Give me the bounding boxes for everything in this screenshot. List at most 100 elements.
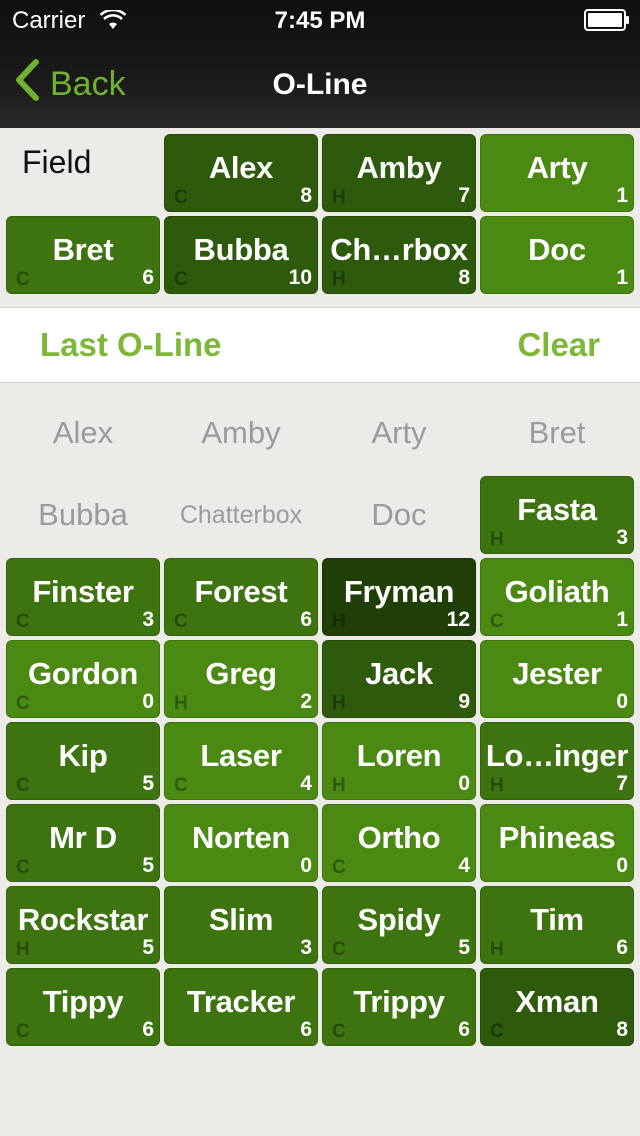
player-tile[interactable]: Jack 9 H	[322, 640, 476, 718]
player-tile[interactable]: Tim 6 H	[480, 886, 634, 964]
player-tile[interactable]: Amby 7 H	[322, 134, 476, 212]
player-tile[interactable]: Bret 6 C	[6, 216, 160, 294]
position-badge: C	[490, 611, 504, 632]
point-count: 7	[616, 772, 628, 795]
player-tile[interactable]: Fryman 12 H	[322, 558, 476, 636]
empty-slot-name[interactable]: Arty	[322, 394, 476, 472]
point-count: 3	[300, 936, 312, 959]
player-tile[interactable]: Ortho 4 C	[322, 804, 476, 882]
player-tile[interactable]: Arty 1	[480, 134, 634, 212]
player-tile[interactable]: Tracker 6	[164, 968, 318, 1046]
position-badge: H	[490, 529, 504, 550]
player-tile[interactable]: Kip 5 C	[6, 722, 160, 800]
position-badge: C	[490, 1021, 504, 1042]
player-name: Jester	[512, 656, 602, 691]
clear-button[interactable]: Clear	[517, 326, 600, 364]
point-count: 8	[300, 184, 312, 207]
battery-icon	[584, 9, 630, 31]
player-name: Gordon	[27, 656, 139, 691]
player-tile[interactable]: Ch…rbox 8 H	[322, 216, 476, 294]
position-badge: C	[16, 611, 30, 632]
player-name: Doc	[528, 232, 586, 267]
player-tile[interactable]: Forest 6 C	[164, 558, 318, 636]
point-count: 5	[142, 854, 154, 877]
position-badge: C	[332, 1021, 346, 1042]
player-tile[interactable]: Trippy 6 C	[322, 968, 476, 1046]
player-name: Alex	[208, 150, 274, 185]
position-badge: H	[332, 775, 346, 796]
position-badge: C	[16, 775, 30, 796]
player-tile[interactable]: Goliath 1 C	[480, 558, 634, 636]
player-tile[interactable]: Spidy 5 C	[322, 886, 476, 964]
position-badge: H	[16, 939, 30, 960]
player-tile[interactable]: Lo…inger 7 H	[480, 722, 634, 800]
player-tile[interactable]: Jester 0	[480, 640, 634, 718]
position-badge: C	[332, 939, 346, 960]
player-name: Norten	[191, 820, 291, 855]
point-count: 6	[458, 1018, 470, 1041]
player-tile[interactable]: Slim 3	[164, 886, 318, 964]
player-name: Amby	[356, 150, 442, 185]
player-name: Bubba	[193, 232, 289, 267]
empty-slot-name[interactable]: Bubba	[6, 476, 160, 554]
empty-slot-name[interactable]: Alex	[6, 394, 160, 472]
player-tile[interactable]: Greg 2 H	[164, 640, 318, 718]
point-count: 8	[458, 266, 470, 289]
point-count: 5	[142, 936, 154, 959]
player-name: Tippy	[42, 984, 124, 1019]
point-count: 0	[142, 690, 154, 713]
point-count: 1	[616, 184, 628, 207]
status-time: 7:45 PM	[274, 7, 366, 34]
position-badge: C	[16, 1021, 30, 1042]
point-count: 0	[458, 772, 470, 795]
point-count: 6	[142, 266, 154, 289]
player-tile[interactable]: Rockstar 5 H	[6, 886, 160, 964]
position-badge: C	[174, 611, 188, 632]
player-name: Slim	[208, 902, 274, 937]
player-tile[interactable]: Gordon 0 C	[6, 640, 160, 718]
player-name: Fryman	[343, 574, 455, 609]
player-tile[interactable]: Mr D 5 C	[6, 804, 160, 882]
position-badge: H	[332, 187, 346, 208]
player-tile[interactable]: Doc 1	[480, 216, 634, 294]
player-tile[interactable]: Loren 0 H	[322, 722, 476, 800]
point-count: 0	[300, 854, 312, 877]
player-name: Laser	[200, 738, 282, 773]
player-tile[interactable]: Norten 0	[164, 804, 318, 882]
navigation-bar: Carrier 7:45 PM Back O-Line	[0, 0, 640, 128]
player-tile[interactable]: Tippy 6 C	[6, 968, 160, 1046]
player-name: Bret	[52, 232, 114, 267]
empty-slot-name[interactable]: Amby	[164, 394, 318, 472]
player-tile[interactable]: Laser 4 C	[164, 722, 318, 800]
position-badge: C	[174, 775, 188, 796]
empty-slot-name[interactable]: Bret	[480, 394, 634, 472]
player-name: Loren	[356, 738, 442, 773]
point-count: 4	[300, 772, 312, 795]
point-count: 6	[616, 936, 628, 959]
point-count: 1	[616, 608, 628, 631]
player-tile[interactable]: Alex 8 C	[164, 134, 318, 212]
position-badge: C	[16, 269, 30, 290]
point-count: 9	[458, 690, 470, 713]
point-count: 5	[142, 772, 154, 795]
empty-slot-name[interactable]: Chatterbox	[164, 476, 318, 554]
position-badge: H	[490, 775, 504, 796]
player-tile[interactable]: Finster 3 C	[6, 558, 160, 636]
player-tile[interactable]: Fasta 3 H	[480, 476, 634, 554]
action-bar: Last O-Line Clear	[0, 307, 640, 383]
player-tile[interactable]: Bubba 10 C	[164, 216, 318, 294]
empty-slot-name[interactable]: Doc	[322, 476, 476, 554]
player-name: Spidy	[357, 902, 441, 937]
position-badge: C	[16, 857, 30, 878]
point-count: 5	[458, 936, 470, 959]
player-tile[interactable]: Phineas 0	[480, 804, 634, 882]
position-badge: C	[174, 269, 188, 290]
player-tile[interactable]: Xman 8 C	[480, 968, 634, 1046]
position-badge: H	[174, 693, 188, 714]
player-name: Ortho	[357, 820, 441, 855]
last-o-line-button[interactable]: Last O-Line	[40, 326, 222, 364]
player-name: Arty	[526, 150, 588, 185]
player-name: Xman	[515, 984, 599, 1019]
player-name: Greg	[205, 656, 277, 691]
position-badge: H	[332, 693, 346, 714]
